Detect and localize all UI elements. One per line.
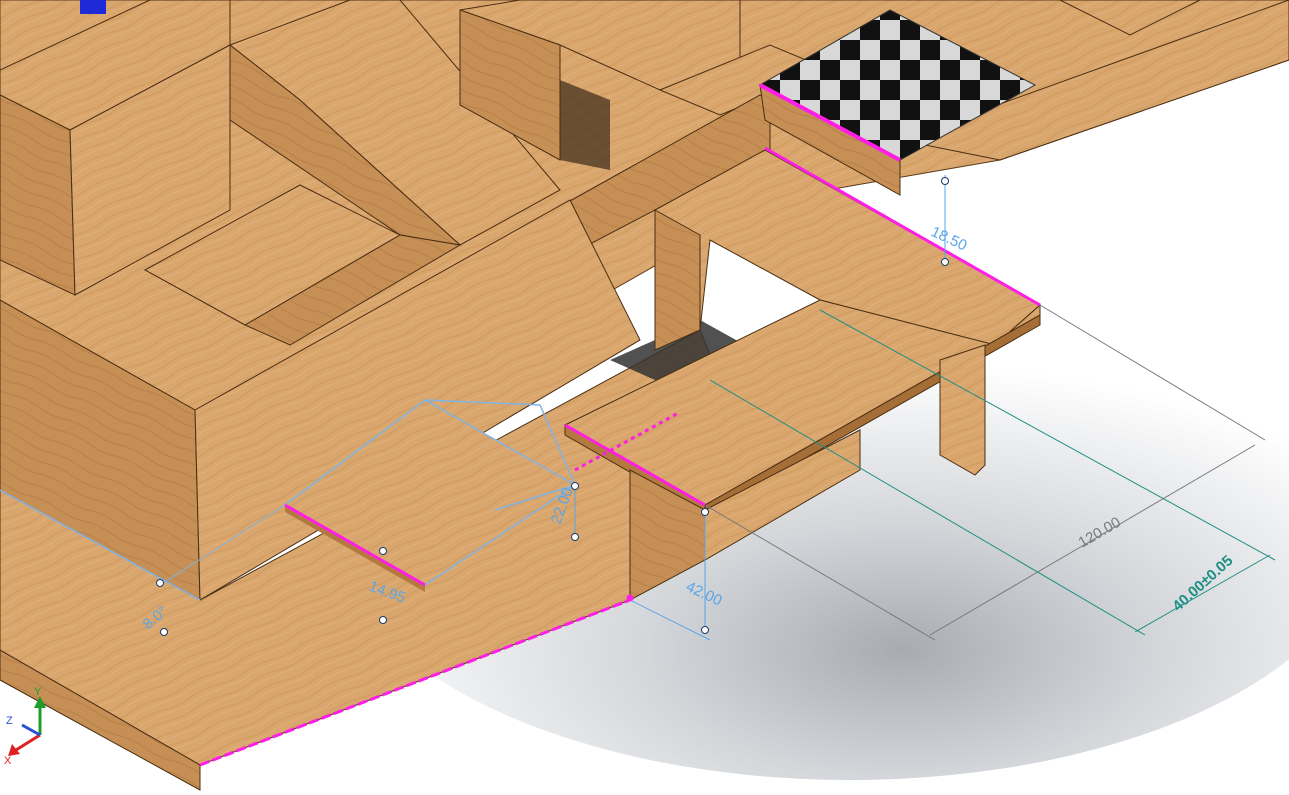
- model-canvas[interactable]: 18.50 120.00 40.00±0.05 42.00 22.00 14.9…: [0, 0, 1289, 795]
- blue-part[interactable]: [80, 0, 106, 14]
- y-axis-label: Y: [34, 686, 42, 698]
- z-axis-label: Z: [6, 715, 13, 727]
- cad-graphics-viewport[interactable]: 18.50 120.00 40.00±0.05 42.00 22.00 14.9…: [0, 0, 1289, 795]
- table-leg[interactable]: [939, 344, 986, 476]
- x-axis-label: X: [4, 755, 12, 767]
